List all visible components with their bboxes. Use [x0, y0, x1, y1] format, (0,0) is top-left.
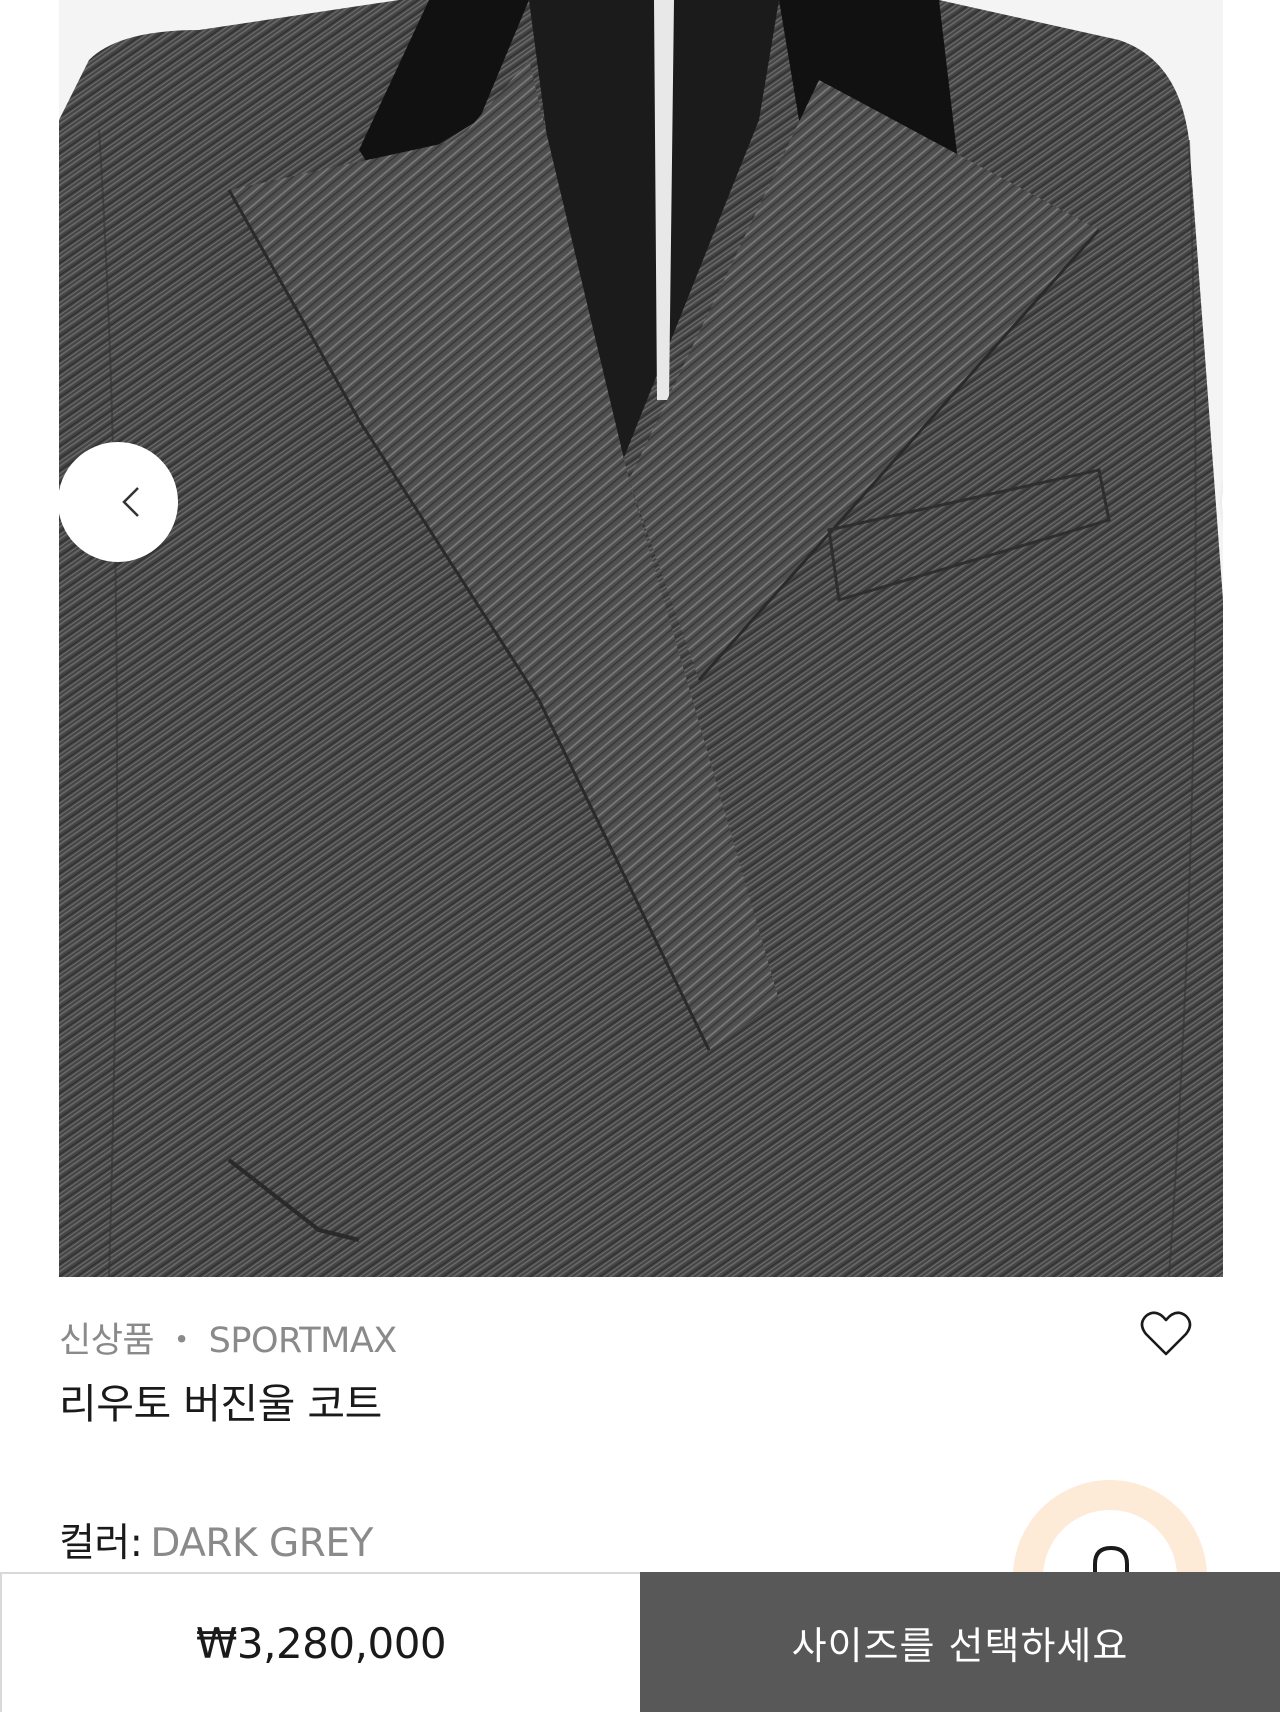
color-value: DARK GREY [150, 1521, 373, 1566]
heart-outline-icon [1140, 1311, 1192, 1356]
product-title: 리우토 버진울 코트 [59, 1380, 382, 1428]
chevron-left-icon [122, 487, 139, 517]
select-size-button[interactable]: 사이즈를 선택하세요 [640, 1572, 1280, 1712]
brand-name[interactable]: SPORTMAX [209, 1321, 398, 1361]
new-arrival-badge: 신상품 [59, 1321, 155, 1361]
wishlist-button[interactable] [1140, 1310, 1192, 1358]
product-image [59, 0, 1223, 1277]
previous-image-button[interactable] [59, 442, 178, 562]
meta-separator: ・ [164, 1321, 199, 1361]
color-selection: 컬러: DARK GREY [59, 1512, 373, 1568]
price-box: ₩3,280,000 [0, 1572, 640, 1712]
product-image-gallery[interactable] [59, 0, 1223, 1277]
product-meta: 신상품 ・ SPORTMAX [59, 1312, 397, 1363]
purchase-bar: ₩3,280,000 사이즈를 선택하세요 [0, 1572, 1283, 1712]
product-price: ₩3,280,000 [195, 1618, 447, 1668]
product-detail-page: 신상품 ・ SPORTMAX 리우토 버진울 코트 컬러: DARK GREY ₩3,… [0, 0, 1283, 1712]
color-label: 컬러: [59, 1521, 143, 1566]
